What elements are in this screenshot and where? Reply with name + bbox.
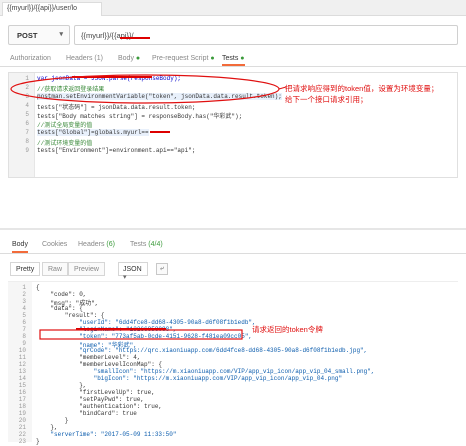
json-line: "authentication": true,	[36, 403, 163, 410]
json-line: "firstLevelUp": true,	[36, 389, 155, 396]
json-line: "memberLevelIconMap": {	[36, 361, 163, 368]
json-line: {	[36, 284, 40, 291]
response-tabs: Body Cookies Headers (6) Tests (4/4)	[0, 238, 466, 254]
url-input[interactable]: {{myurl}}/{{api}}/	[74, 25, 458, 45]
tab-response-headers[interactable]: Headers (6)	[78, 241, 115, 248]
request-tabs: Authorization Headers (1) Body ● Pre-req…	[0, 52, 466, 67]
request-tab-strip: {{myurl}}/{{api}}/user/lo	[0, 0, 466, 16]
code-line: tests["Environment"]=environment.api=="a…	[37, 147, 196, 154]
json-line: "bigIcon": "https://m.xiaoniuapp.com/VIP…	[36, 375, 343, 382]
json-line: "data": {	[36, 305, 83, 312]
code-line: tests["Body matches string"] = responseB…	[37, 113, 243, 120]
chevron-down-icon: ▾	[59, 31, 63, 38]
json-line: "smallIcon": "https://m.xiaoniuapp.com/V…	[36, 368, 375, 375]
wrap-lines-icon[interactable]: ⤶	[156, 263, 168, 275]
json-line: },	[36, 382, 87, 389]
json-line: "serverTime": "2017-05-09 11:33:50"	[36, 431, 177, 438]
response-annotation: 请求返回的token令牌	[252, 325, 323, 334]
tab-pre-request-script[interactable]: Pre-request Script ●	[152, 55, 215, 62]
json-line: "result": {	[36, 312, 105, 319]
tab-authorization[interactable]: Authorization	[10, 55, 51, 62]
tests-annotation-line1: 把请求响应得到的token值，设置为环境变量；	[285, 84, 439, 93]
tab-body[interactable]: Body ●	[118, 55, 140, 62]
json-line: "setPayPwd": true,	[36, 396, 145, 403]
json-line: }	[36, 417, 69, 424]
code-line: //测试全局变量的值	[37, 122, 93, 129]
tab-response-cookies[interactable]: Cookies	[42, 241, 67, 248]
format-select[interactable]: JSON ▾	[118, 262, 148, 281]
view-raw-button[interactable]: Raw	[42, 262, 69, 276]
json-line: },	[36, 424, 58, 431]
tab-response-tests[interactable]: Tests (4/4)	[130, 241, 163, 248]
tests-annotation-line2: 给下一个接口请求引用；	[285, 95, 368, 104]
token-highlight-box	[39, 329, 243, 340]
json-line: "userId": "6dd4fce8-dd68-4305-90a8-d6f08…	[36, 319, 256, 326]
request-tab[interactable]: {{myurl}}/{{api}}/user/lo	[2, 2, 102, 16]
tab-tests[interactable]: Tests ●	[222, 55, 245, 66]
method-label: POST	[17, 31, 38, 40]
json-line: "code": 0,	[36, 291, 87, 298]
json-line: "qrCode": "https://qrc.xiaoniuapp.com/6d…	[36, 347, 368, 354]
json-line: }	[36, 438, 40, 445]
code-line: tests["Global"]=globals.myurl==	[37, 129, 149, 136]
redaction-mark	[120, 37, 150, 39]
tab-response-body[interactable]: Body	[12, 241, 28, 253]
tab-headers[interactable]: Headers (1)	[66, 55, 103, 62]
redaction-mark	[150, 131, 170, 133]
view-pretty-button[interactable]: Pretty	[10, 262, 41, 276]
response-json-viewer[interactable]: 1 2 3 4 5 6 7 8 9 10 11 12 13 14 15 16 1…	[8, 281, 458, 445]
code-line: //测试环境变量的值	[37, 140, 93, 147]
view-preview-button[interactable]: Preview	[68, 262, 105, 276]
json-gutter: 1 2 3 4 5 6 7 8 9 10 11 12 13 14 15 16 1…	[8, 282, 32, 445]
json-line: "memberLevel": 4,	[36, 354, 141, 361]
method-select[interactable]: POST ▾	[8, 25, 70, 45]
json-line: "bindCard": true	[36, 410, 137, 417]
pane-splitter[interactable]	[0, 228, 466, 230]
